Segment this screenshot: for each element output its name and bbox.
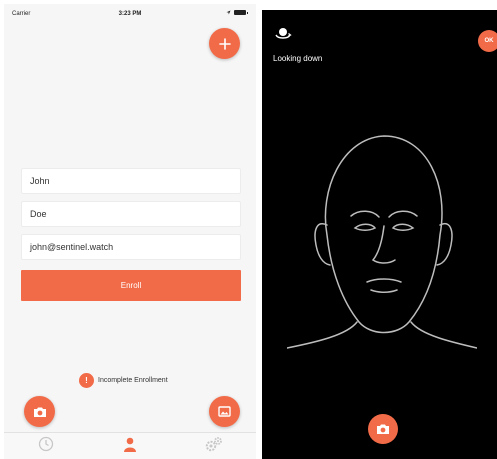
enrollment-status-label: Incomplete Enrollment	[98, 377, 168, 384]
tab-history[interactable]	[4, 433, 88, 459]
camera-icon	[377, 424, 389, 434]
gallery-button[interactable]	[209, 396, 240, 427]
location-icon	[226, 10, 231, 15]
enrollment-status: ! Incomplete Enrollment	[79, 373, 168, 388]
face-guide-outline	[287, 135, 477, 349]
battery-icon	[234, 10, 248, 15]
ok-button[interactable]: OK	[478, 30, 497, 52]
pose-instruction: Looking down	[273, 54, 323, 63]
person-icon	[124, 437, 136, 452]
first-name-field[interactable]: John	[21, 168, 241, 194]
tab-settings[interactable]	[172, 433, 256, 459]
email-value: john@sentinel.watch	[30, 242, 114, 252]
tab-bar	[4, 432, 256, 459]
ok-button-label: OK	[484, 38, 494, 44]
last-name-field[interactable]: Doe	[21, 201, 241, 227]
enrollment-screen: Carrier 3:23 PM John Doe john@sentinel.w…	[4, 4, 256, 459]
clock-icon	[38, 436, 54, 452]
enroll-button-label: Enroll	[120, 281, 142, 290]
gears-icon	[205, 437, 222, 452]
alert-icon: !	[79, 373, 94, 388]
email-field[interactable]: john@sentinel.watch	[21, 234, 241, 260]
add-button[interactable]	[209, 28, 240, 59]
status-icons	[226, 10, 248, 15]
tab-enroll[interactable]	[88, 433, 172, 459]
image-icon	[218, 406, 231, 417]
capture-button[interactable]	[368, 414, 398, 444]
status-bar: Carrier 3:23 PM	[4, 4, 256, 22]
camera-button[interactable]	[24, 396, 55, 427]
face-capture-screen: Looking down OK	[262, 10, 497, 459]
camera-icon	[33, 407, 46, 417]
clock-label: 3:23 PM	[118, 11, 142, 17]
plus-icon	[218, 37, 231, 50]
head-rotate-icon	[275, 28, 292, 39]
last-name-value: Doe	[30, 209, 47, 219]
enroll-button[interactable]: Enroll	[21, 270, 241, 301]
first-name-value: John	[30, 176, 50, 186]
